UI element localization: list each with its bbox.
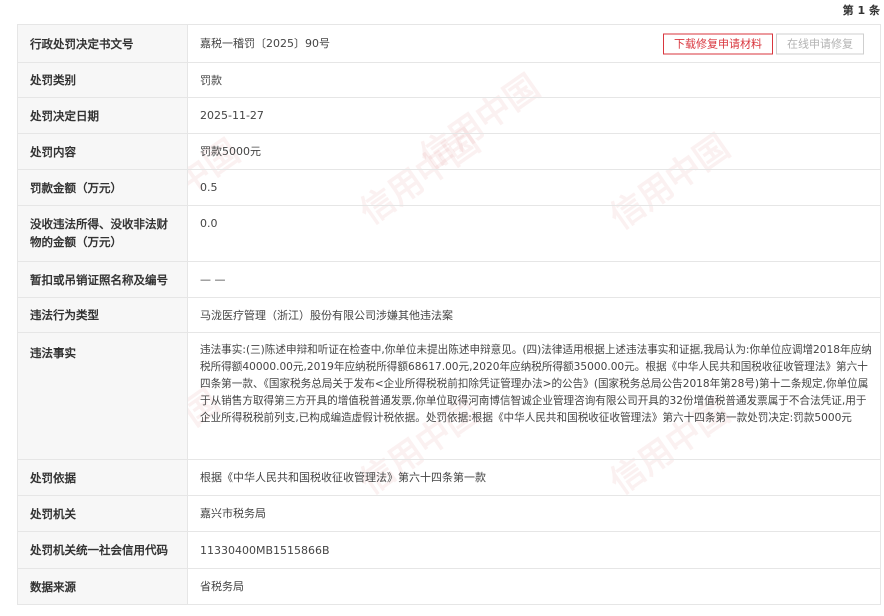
field-label: 数据来源 [18, 569, 188, 604]
field-label: 处罚依据 [18, 460, 188, 495]
field-label: 处罚决定日期 [18, 98, 188, 133]
field-label: 行政处罚决定书文号 [18, 25, 188, 62]
penalty-detail-table: 行政处罚决定书文号 嘉税一稽罚〔2025〕90号 下载修复申请材料 在线申请修复… [17, 24, 881, 605]
page-counter: 第 1 条 [842, 4, 880, 17]
field-value: 0.0 [188, 206, 881, 261]
field-label: 处罚机关 [18, 496, 188, 531]
field-label: 没收违法所得、没收非法财物的金额（万元） [18, 206, 188, 261]
field-label: 违法事实 [18, 333, 188, 459]
table-row: 处罚依据 根据《中华人民共和国税收征收管理法》第六十四条第一款 [18, 460, 881, 496]
table-row: 违法事实 违法事实:(三)陈述申辩和听证在检查中,你单位未提出陈述申辩意见。(四… [18, 333, 881, 460]
field-value: 罚款 [188, 63, 881, 97]
field-value: 0.5 [188, 170, 881, 205]
field-label: 处罚类别 [18, 63, 188, 97]
table-row: 行政处罚决定书文号 嘉税一稽罚〔2025〕90号 下载修复申请材料 在线申请修复 [18, 25, 881, 63]
field-value: 根据《中华人民共和国税收征收管理法》第六十四条第一款 [188, 460, 881, 495]
field-value: 马泷医疗管理（浙江）股份有限公司涉嫌其他违法案 [188, 298, 881, 332]
table-row: 处罚内容 罚款5000元 [18, 134, 881, 170]
violation-facts-cell: 违法事实:(三)陈述申辩和听证在检查中,你单位未提出陈述申辩意见。(四)法律适用… [188, 333, 881, 459]
field-label: 罚款金额（万元） [18, 170, 188, 205]
field-label: 处罚机关统一社会信用代码 [18, 532, 188, 568]
field-label: 违法行为类型 [18, 298, 188, 332]
table-row: 处罚机关 嘉兴市税务局 [18, 496, 881, 532]
field-value: 违法事实:(三)陈述申辩和听证在检查中,你单位未提出陈述申辩意见。(四)法律适用… [200, 344, 872, 424]
table-row: 处罚类别 罚款 [18, 63, 881, 98]
table-row: 处罚机关统一社会信用代码 11330400MB1515866B [18, 532, 881, 569]
decision-number-cell: 嘉税一稽罚〔2025〕90号 下载修复申请材料 在线申请修复 [188, 25, 881, 62]
field-value: 11330400MB1515866B [188, 532, 881, 568]
table-row: 违法行为类型 马泷医疗管理（浙江）股份有限公司涉嫌其他违法案 [18, 298, 881, 333]
field-value: 罚款5000元 [188, 134, 881, 169]
table-row: 暂扣或吊销证照名称及编号 — — [18, 262, 881, 298]
field-value: 嘉兴市税务局 [188, 496, 881, 531]
field-value: 2025-11-27 [188, 98, 881, 133]
table-row: 罚款金额（万元） 0.5 [18, 170, 881, 206]
table-row: 没收违法所得、没收非法财物的金额（万元） 0.0 [18, 206, 881, 262]
table-row: 数据来源 省税务局 [18, 569, 881, 605]
field-label: 处罚内容 [18, 134, 188, 169]
field-value: — — [188, 262, 881, 297]
table-row: 处罚决定日期 2025-11-27 [18, 98, 881, 134]
download-repair-materials-button[interactable]: 下载修复申请材料 [663, 33, 773, 54]
online-repair-application-button[interactable]: 在线申请修复 [776, 33, 864, 54]
field-value: 嘉税一稽罚〔2025〕90号 [200, 37, 330, 50]
field-label: 暂扣或吊销证照名称及编号 [18, 262, 188, 297]
field-value: 省税务局 [188, 569, 881, 604]
